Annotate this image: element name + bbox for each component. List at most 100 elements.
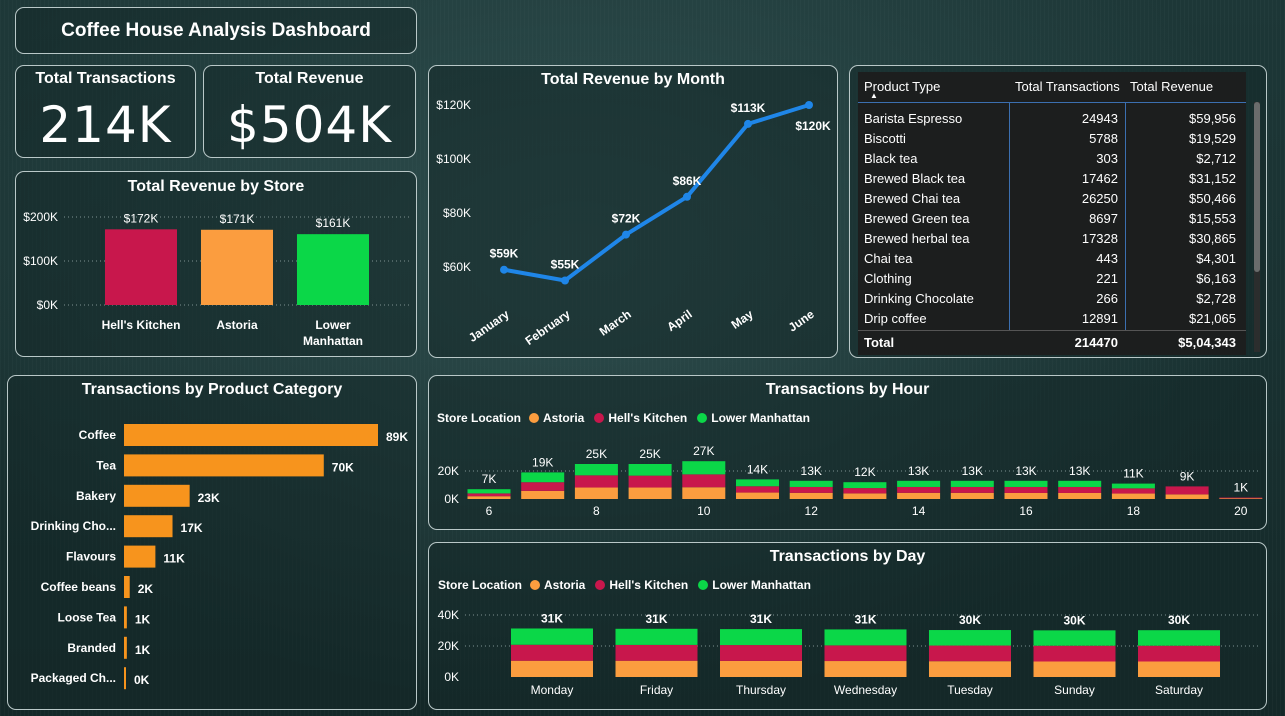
data-label: 30K	[1063, 613, 1085, 627]
cell-transactions: 5788	[1089, 131, 1118, 146]
x-tick-label: Astoria	[216, 318, 258, 332]
y-tick-label: $80K	[443, 206, 471, 220]
data-label: 14K	[747, 462, 768, 476]
table-row[interactable]: Drip coffee 12891 $21,065	[858, 309, 1246, 329]
y-tick-label: 0K	[444, 670, 459, 684]
bar	[297, 234, 369, 305]
table-row[interactable]: Biscotti 5788 $19,529	[858, 129, 1246, 149]
bar-segment	[467, 489, 511, 494]
data-label: 25K	[639, 447, 660, 461]
y-tick-label: 20K	[438, 464, 459, 478]
product-table: Product Type ▲ Total Transactions Total …	[858, 72, 1246, 355]
x-tick-label: 12	[805, 504, 819, 518]
data-label: 0K	[134, 673, 150, 687]
table-row[interactable]: Drinking Chocolate 266 $2,728	[858, 289, 1246, 309]
x-tick-label: Hell's Kitchen	[102, 318, 181, 332]
data-point	[805, 101, 813, 109]
data-label: 1K	[1233, 481, 1248, 495]
data-label: 70K	[332, 460, 354, 474]
data-label: 23K	[198, 491, 220, 505]
cell-product-type: Drinking Chocolate	[864, 291, 974, 306]
table-row[interactable]: Black tea 303 $2,712	[858, 149, 1246, 169]
data-label: 1K	[135, 612, 151, 626]
bar-segment	[1165, 494, 1209, 499]
data-label: $161K	[316, 216, 351, 230]
y-tick-label: Flavours	[66, 550, 116, 564]
y-tick-label: Packaged Ch...	[31, 671, 116, 685]
y-tick-label: $100K	[436, 152, 471, 166]
bar-segment	[929, 645, 1011, 662]
revenue-by-store-panel: Total Revenue by Store $0K $100K $200K $172…	[15, 171, 417, 357]
data-point	[561, 276, 569, 285]
day-chart: 0K 20K 40K 31K Monday 31K Friday 31K Thursday 31K…	[438, 608, 1259, 697]
data-label: 11K	[1123, 467, 1143, 481]
data-label: 31K	[750, 612, 772, 626]
cell-transactions: 303	[1096, 151, 1118, 166]
bar-segment	[1058, 480, 1102, 487]
table-row[interactable]: Brewed Green tea 8697 $15,553	[858, 209, 1246, 229]
table-row[interactable]: Chai tea 443 $4,301	[858, 249, 1246, 269]
total-revenue: $5,04,343	[1178, 335, 1236, 350]
cell-product-type: Barista Espresso	[864, 111, 963, 126]
kpi-revenue-value: $504K	[226, 96, 393, 154]
table-row[interactable]: Brewed Black tea 17462 $31,152	[858, 169, 1246, 189]
data-label: 30K	[959, 613, 981, 627]
data-label: $172K	[124, 211, 159, 225]
header-total-revenue[interactable]: Total Revenue	[1130, 79, 1213, 94]
cell-product-type: Drip coffee	[864, 311, 927, 326]
bar-segment	[720, 660, 802, 677]
table-row[interactable]: Clothing 221 $6,163	[858, 269, 1246, 289]
x-tick-label: January	[466, 307, 512, 345]
bar-segment	[615, 628, 698, 645]
x-tick-label: 18	[1127, 504, 1141, 518]
bar-segment	[1033, 630, 1116, 646]
cell-transactions: 17462	[1081, 171, 1118, 186]
bar-segment	[1058, 492, 1102, 499]
cell-transactions: 266	[1096, 291, 1118, 306]
y-tick-label: Loose Tea	[58, 610, 117, 624]
bar-segment	[950, 486, 994, 493]
table-row[interactable]: Brewed Chai tea 26250 $50,466	[858, 189, 1246, 209]
bar-segment	[1165, 486, 1209, 495]
cell-revenue: $4,301	[1196, 251, 1236, 266]
bar-segment	[789, 486, 833, 493]
bar-segment	[950, 492, 994, 499]
header-total-transactions[interactable]: Total Transactions	[1015, 79, 1120, 94]
bar-segment	[1138, 645, 1220, 662]
x-tick-label: Friday	[640, 683, 673, 697]
cell-revenue: $59,956	[1189, 111, 1236, 126]
hour-panel: Transactions by Hour Store Location Asto…	[428, 375, 1267, 530]
scrollbar-thumb[interactable]	[1254, 102, 1260, 272]
x-tick-label: March	[597, 307, 634, 339]
bar-segment	[1033, 645, 1116, 662]
data-label: 9K	[1180, 469, 1195, 483]
bar	[124, 576, 130, 598]
bar-segment	[1004, 486, 1048, 493]
bar-segment	[843, 488, 887, 494]
bar-segment	[574, 475, 618, 488]
x-tick-label: 16	[1019, 504, 1033, 518]
y-tick-label: Branded	[67, 641, 116, 655]
table-row[interactable]: Brewed herbal tea 17328 $30,865	[858, 229, 1246, 249]
table-row[interactable]: Barista Espresso 24943 $59,956	[858, 109, 1246, 129]
data-label: $171K	[220, 212, 255, 226]
kpi-transactions-label: Total Transactions	[35, 70, 176, 87]
bar-segment	[511, 628, 593, 645]
cell-revenue: $50,466	[1189, 191, 1236, 206]
bar	[124, 636, 127, 659]
data-label: 30K	[1168, 613, 1190, 627]
table-scrollbar[interactable]	[1254, 102, 1260, 352]
bar-segment	[467, 493, 511, 497]
cell-revenue: $21,065	[1189, 311, 1236, 326]
x-tick-label: Tuesday	[947, 683, 993, 697]
sort-ascending-icon[interactable]: ▲	[870, 91, 878, 100]
cell-revenue: $30,865	[1189, 231, 1236, 246]
bar-segment	[843, 482, 887, 489]
kpi-revenue-label: Total Revenue	[255, 70, 364, 87]
y-tick-label: $120K	[436, 98, 471, 112]
bar-segment	[615, 660, 698, 677]
x-tick-label: Sunday	[1054, 683, 1095, 697]
data-label: 13K	[801, 464, 822, 478]
bar	[124, 424, 378, 446]
data-point	[744, 119, 752, 128]
